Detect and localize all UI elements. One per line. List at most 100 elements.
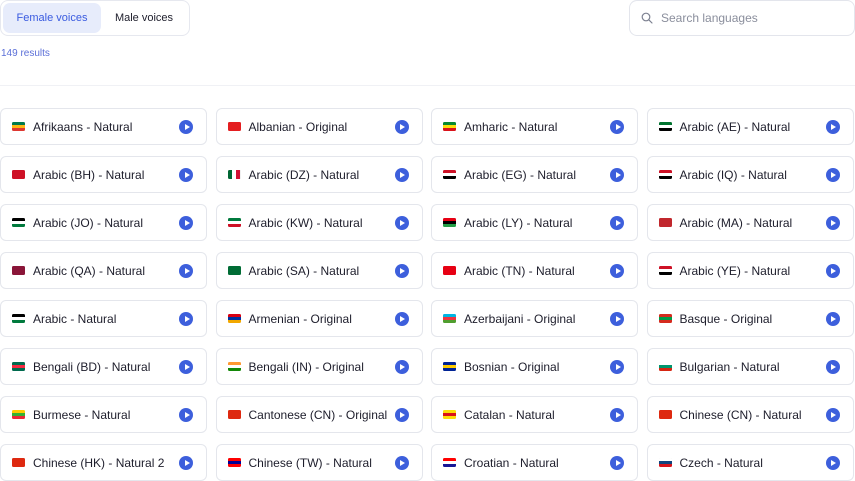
language-card[interactable]: Bengali (BD) - Natural <box>0 348 207 385</box>
language-card[interactable]: Cantonese (CN) - Original <box>215 396 423 433</box>
language-card[interactable]: Arabic - Natural <box>0 300 207 337</box>
play-icon[interactable] <box>179 455 193 470</box>
language-label: Croatian - Natural <box>464 455 559 470</box>
play-icon[interactable] <box>610 407 624 422</box>
language-card[interactable]: Arabic (IQ) - Natural <box>646 156 854 193</box>
language-card[interactable]: Albanian - Original <box>215 108 423 145</box>
language-card[interactable]: Azerbaijani - Original <box>431 300 638 337</box>
language-label: Arabic (MA) - Natural <box>679 215 793 230</box>
language-card[interactable]: Amharic - Natural <box>431 108 638 145</box>
language-label: Arabic - Natural <box>33 311 117 326</box>
play-icon[interactable] <box>610 215 624 230</box>
flag-icon <box>227 410 241 419</box>
play-icon[interactable] <box>394 215 409 230</box>
play-icon[interactable] <box>825 215 840 230</box>
flag-icon <box>12 170 25 179</box>
play-icon[interactable] <box>825 407 840 422</box>
language-label: Armenian - Original <box>248 311 352 326</box>
play-icon[interactable] <box>394 311 409 326</box>
language-card[interactable]: Afrikaans - Natural <box>0 108 207 145</box>
language-label: Arabic (JO) - Natural <box>33 215 144 230</box>
tab-male-voices[interactable]: Male voices <box>101 3 187 33</box>
language-label: Cantonese (CN) - Original <box>248 407 388 422</box>
language-card[interactable]: Chinese (HK) - Natural 2 <box>0 444 207 481</box>
flag-icon <box>443 410 456 419</box>
language-card[interactable]: Chinese (TW) - Natural <box>215 444 423 481</box>
play-icon[interactable] <box>179 263 193 278</box>
play-icon[interactable] <box>610 455 624 470</box>
play-icon[interactable] <box>394 119 409 134</box>
language-card[interactable]: Arabic (SA) - Natural <box>215 252 423 289</box>
language-card[interactable]: Arabic (DZ) - Natural <box>215 156 423 193</box>
language-card[interactable]: Bulgarian - Natural <box>646 348 854 385</box>
language-label: Arabic (DZ) - Natural <box>248 167 360 182</box>
play-icon[interactable] <box>825 119 840 134</box>
language-label: Chinese (HK) - Natural 2 <box>33 455 165 470</box>
flag-icon <box>658 122 672 131</box>
language-card[interactable]: Arabic (EG) - Natural <box>431 156 638 193</box>
play-icon[interactable] <box>825 167 840 182</box>
language-card[interactable]: Arabic (QA) - Natural <box>0 252 207 289</box>
language-grid: Afrikaans - Natural Albanian - Original Am… <box>0 108 855 481</box>
flag-icon <box>12 458 25 467</box>
play-icon[interactable] <box>825 311 840 326</box>
play-icon[interactable] <box>610 359 624 374</box>
language-card[interactable]: Arabic (JO) - Natural <box>0 204 207 241</box>
play-icon[interactable] <box>179 359 193 374</box>
play-icon[interactable] <box>610 311 624 326</box>
play-icon[interactable] <box>179 215 193 230</box>
language-label: Arabic (QA) - Natural <box>33 263 146 278</box>
play-icon[interactable] <box>825 455 840 470</box>
language-card[interactable]: Bosnian - Original <box>431 348 638 385</box>
divider <box>0 85 855 86</box>
play-icon[interactable] <box>179 167 193 182</box>
flag-icon <box>443 122 456 131</box>
play-icon[interactable] <box>179 407 193 422</box>
language-card[interactable]: Basque - Original <box>646 300 854 337</box>
flag-icon <box>443 458 456 467</box>
play-icon[interactable] <box>394 407 409 422</box>
play-icon[interactable] <box>825 359 840 374</box>
language-card[interactable]: Bengali (IN) - Original <box>215 348 423 385</box>
play-icon[interactable] <box>610 119 624 134</box>
language-label: Bengali (IN) - Original <box>248 359 364 374</box>
play-icon[interactable] <box>610 263 624 278</box>
play-icon[interactable] <box>394 167 409 182</box>
play-icon[interactable] <box>825 263 840 278</box>
language-card[interactable]: Armenian - Original <box>215 300 423 337</box>
language-card[interactable]: Arabic (LY) - Natural <box>431 204 638 241</box>
language-card[interactable]: Arabic (TN) - Natural <box>431 252 638 289</box>
language-card[interactable]: Arabic (BH) - Natural <box>0 156 207 193</box>
tab-female-voices[interactable]: Female voices <box>3 3 101 33</box>
play-icon[interactable] <box>394 455 409 470</box>
language-label: Albanian - Original <box>248 119 348 134</box>
language-label: Arabic (EG) - Natural <box>464 167 577 182</box>
flag-icon <box>443 170 456 179</box>
search-input[interactable] <box>661 11 851 25</box>
language-card[interactable]: Croatian - Natural <box>431 444 638 481</box>
play-icon[interactable] <box>179 119 193 134</box>
language-label: Burmese - Natural <box>33 407 131 422</box>
language-label: Bosnian - Original <box>464 359 560 374</box>
language-label: Bulgarian - Natural <box>679 359 780 374</box>
play-icon[interactable] <box>394 263 409 278</box>
language-card[interactable]: Burmese - Natural <box>0 396 207 433</box>
language-card[interactable]: Czech - Natural <box>646 444 854 481</box>
flag-icon <box>658 458 672 467</box>
flag-icon <box>12 266 25 275</box>
flag-icon <box>12 410 25 419</box>
play-icon[interactable] <box>610 167 624 182</box>
language-card[interactable]: Arabic (KW) - Natural <box>215 204 423 241</box>
language-card[interactable]: Catalan - Natural <box>431 396 638 433</box>
language-card[interactable]: Arabic (MA) - Natural <box>646 204 854 241</box>
flag-icon <box>12 362 25 371</box>
flag-icon <box>227 170 241 179</box>
language-card[interactable]: Arabic (YE) - Natural <box>646 252 854 289</box>
play-icon[interactable] <box>179 311 193 326</box>
language-label: Basque - Original <box>679 311 773 326</box>
language-card[interactable]: Arabic (AE) - Natural <box>646 108 854 145</box>
play-icon[interactable] <box>394 359 409 374</box>
flag-icon <box>12 218 25 227</box>
language-label: Arabic (BH) - Natural <box>33 167 145 182</box>
language-card[interactable]: Chinese (CN) - Natural <box>646 396 854 433</box>
